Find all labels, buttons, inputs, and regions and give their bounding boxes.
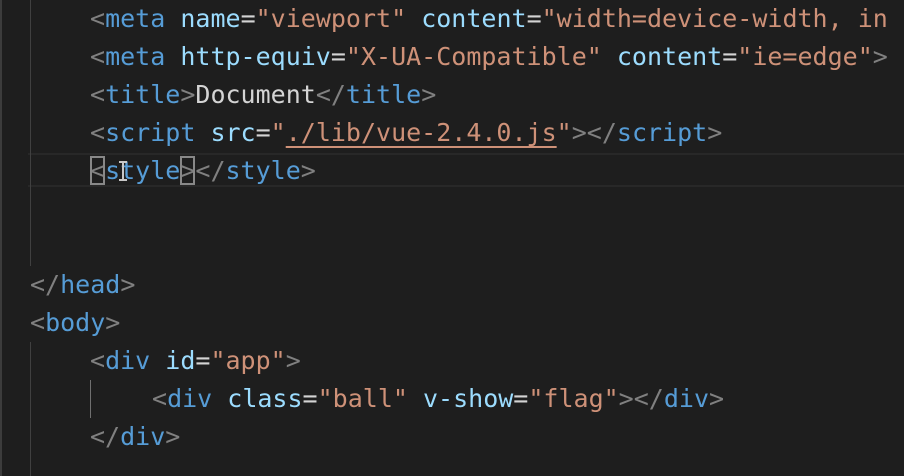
attr-equals: =	[302, 384, 318, 413]
tag-open-bracket: <	[152, 384, 168, 413]
tag-open-bracket: <	[30, 308, 46, 337]
tag-name: script	[105, 118, 196, 147]
tag-name: style	[105, 156, 181, 185]
code-line-body-open[interactable]: <body>	[30, 304, 120, 342]
tag-open-bracket: <	[90, 346, 106, 375]
tag-close-bracket: >	[571, 118, 587, 147]
tag-close-bracket: >	[105, 308, 121, 337]
tag-name: div	[120, 422, 166, 451]
tag-end-close-bracket: >	[300, 156, 316, 185]
attr-equals: =	[195, 346, 211, 375]
editor-left-border	[0, 0, 2, 476]
tag-name: title	[105, 80, 181, 109]
tag-close-bracket: >	[165, 422, 181, 451]
indent-guide-body	[30, 342, 31, 476]
code-line-div-app[interactable]: <div id="app">	[90, 342, 301, 380]
tag-end-close-bracket: >	[709, 384, 725, 413]
tag-close-bracket: >	[285, 346, 301, 375]
tag-end-close-bracket: >	[421, 80, 437, 109]
attr-name: http-equiv	[180, 42, 331, 71]
tag-end-open-bracket: </	[586, 118, 617, 147]
attr-name: id	[165, 346, 196, 375]
text-cursor-ibeam-icon	[119, 161, 127, 181]
tag-end-name: title	[345, 80, 422, 109]
code-line-meta-viewport[interactable]: <meta name="viewport" content="width=dev…	[90, 0, 888, 38]
attr-value: "flag"	[528, 384, 619, 413]
attr-equals: =	[513, 384, 529, 413]
tag-open-bracket: <	[90, 4, 106, 33]
code-editor[interactable]: <meta name="viewport" content="width=dev…	[0, 0, 904, 476]
attr-equals: =	[330, 42, 346, 71]
attr-equals: =	[240, 4, 256, 33]
attr-name: src	[210, 118, 256, 147]
attr-quote: "	[556, 118, 572, 147]
tag-name: div	[167, 384, 213, 413]
attr-value: "X-UA-Compatible"	[345, 42, 602, 71]
tag-close-bracket-matched: >	[180, 156, 196, 185]
code-line-meta-compat[interactable]: <meta http-equiv="X-UA-Compatible" conte…	[90, 38, 888, 76]
attr-value: "viewport"	[255, 4, 407, 33]
attr-value: "ie=edge"	[737, 42, 873, 71]
tag-end-close-bracket: >	[707, 118, 723, 147]
tag-name: head	[60, 270, 121, 299]
tag-close-bracket: >	[872, 42, 888, 71]
attr-value: "width=device-width, in	[541, 4, 888, 33]
tag-end-open-bracket: </	[90, 422, 121, 451]
code-line-script[interactable]: <script src="./lib/vue-2.4.0.js"></scrip…	[90, 114, 722, 152]
tag-name: meta	[105, 42, 166, 71]
code-line-div-close[interactable]: </div>	[90, 418, 180, 456]
code-line-title[interactable]: <title>Document</title>	[90, 76, 436, 114]
indent-guide-head	[30, 0, 31, 266]
attr-value: "app"	[210, 346, 286, 375]
tag-name: div	[105, 346, 151, 375]
attr-name: v-show	[422, 384, 514, 413]
tag-end-name: div	[663, 384, 709, 413]
indent-guide-div-app	[90, 380, 91, 418]
tag-end-open-bracket: </	[195, 156, 226, 185]
attr-quote: "	[270, 118, 286, 147]
attr-value: "ball"	[317, 384, 408, 413]
tag-close-bracket: >	[618, 384, 634, 413]
attr-equals: =	[722, 42, 738, 71]
tag-name: meta	[105, 4, 166, 33]
tag-open-bracket: <	[90, 80, 106, 109]
tag-open-bracket: <	[90, 118, 106, 147]
title-text: Document	[195, 80, 316, 109]
attr-name: class	[227, 384, 303, 413]
script-src-link[interactable]: ./lib/vue-2.4.0.js	[286, 118, 557, 147]
tag-name: body	[45, 308, 106, 337]
tag-end-open-bracket: </	[315, 80, 346, 109]
code-line-head-close[interactable]: </head>	[30, 266, 135, 304]
attr-equals: =	[526, 4, 542, 33]
attr-name: content	[616, 42, 723, 71]
tag-open-bracket-matched: <	[90, 156, 106, 185]
tag-close-bracket: >	[180, 80, 196, 109]
tag-end-open-bracket: </	[633, 384, 664, 413]
attr-name: name	[180, 4, 241, 33]
attr-name: content	[421, 4, 527, 33]
tag-end-name: style	[225, 156, 301, 185]
code-line-div-ball[interactable]: <div class="ball" v-show="flag"></div>	[152, 380, 724, 418]
tag-end-open-bracket: </	[30, 270, 61, 299]
tag-open-bracket: <	[90, 42, 106, 71]
tag-end-name: script	[616, 118, 708, 147]
tag-close-bracket: >	[120, 270, 136, 299]
attr-equals: =	[255, 118, 271, 147]
